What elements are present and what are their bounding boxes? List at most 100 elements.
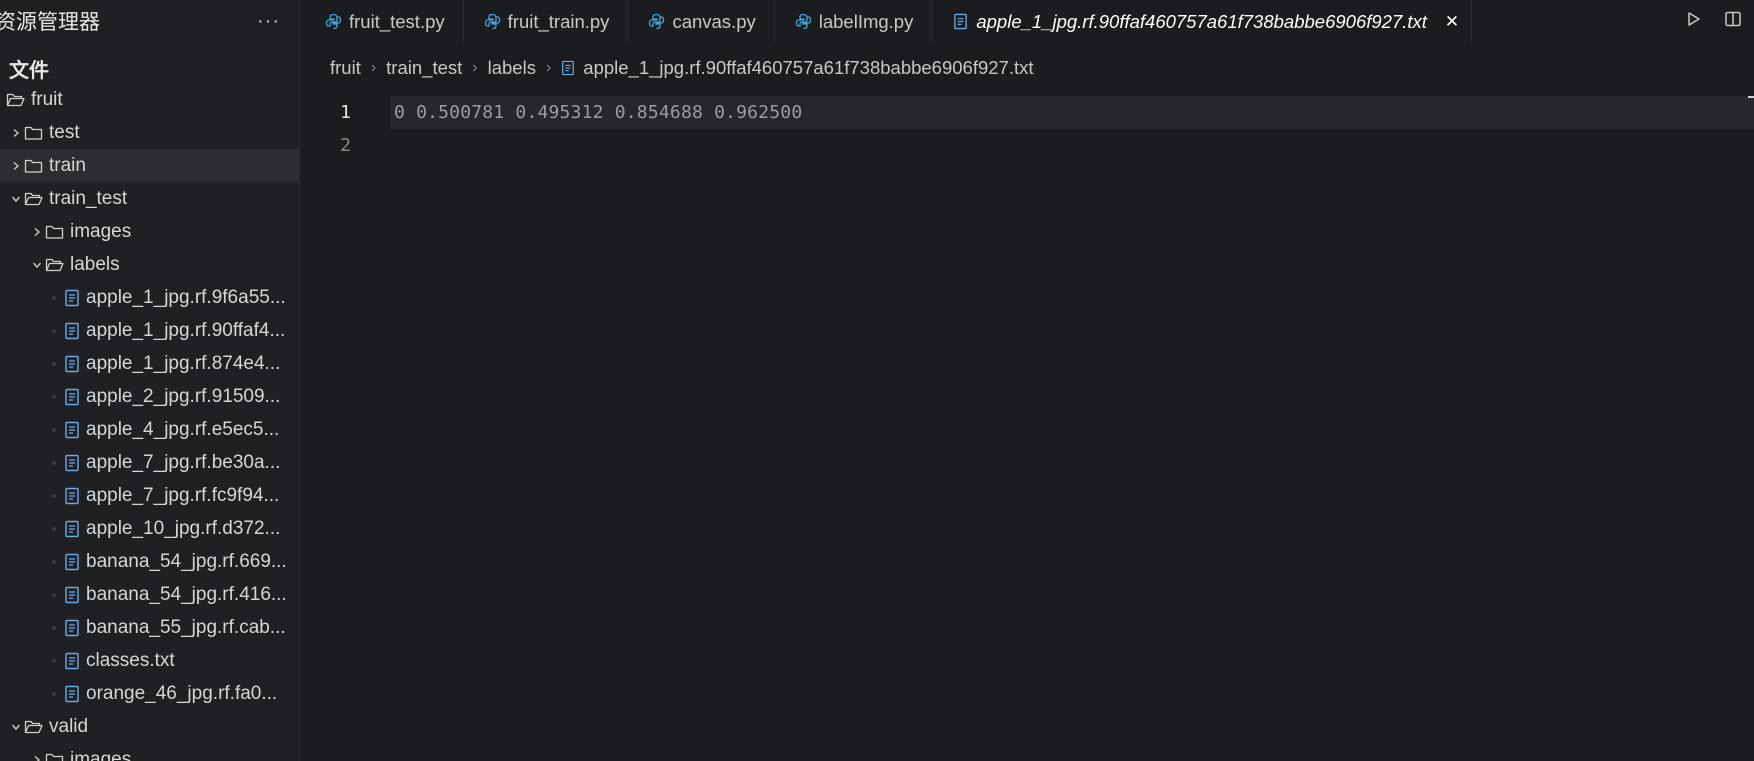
tree-item-label: test (49, 121, 80, 143)
indent-guide-dot (46, 428, 62, 432)
breadcrumb-segment[interactable]: fruit (330, 57, 361, 79)
tree-file-item[interactable]: orange_46_jpg.rf.fa0... (0, 677, 299, 710)
text-file-icon (64, 553, 80, 571)
tree-item-label: apple_1_jpg.rf.90ffaf4... (86, 319, 286, 341)
tree-item-label: apple_1_jpg.rf.874e4... (86, 352, 281, 374)
code-text[interactable]: 0 0.500781 0.495312 0.854688 0.962500 (394, 102, 802, 123)
tree-folder-item[interactable]: images (0, 743, 299, 761)
tree-item-label: valid (49, 715, 89, 737)
tab-apple-1-jpg[interactable]: apple_1_jpg.rf.90ffaf460757a61f738babbe6… (932, 0, 1473, 43)
line-number: 1 (340, 102, 351, 123)
chevron-down-icon[interactable] (8, 194, 24, 204)
editor-window: 资源管理器 ··· 文件 fruit test train train_testima… (0, 0, 1754, 761)
tree-folder-item[interactable]: train_test (0, 182, 299, 215)
tree-item-label: apple_7_jpg.rf.fc9f94... (86, 484, 280, 506)
tree-file-item[interactable]: apple_4_jpg.rf.e5ec5... (0, 413, 299, 446)
indent-guide-dot (46, 692, 62, 696)
tree-folder-item[interactable]: fruit (0, 83, 299, 116)
folder-open-icon (45, 257, 64, 273)
indent-guide-dot (46, 626, 62, 630)
breadcrumb-segment[interactable]: train_test (386, 57, 462, 79)
folder-icon (45, 752, 64, 761)
text-file-icon (561, 60, 575, 76)
chevron-right-icon[interactable] (29, 755, 45, 761)
text-file-icon (64, 487, 80, 505)
explorer-sidebar: 资源管理器 ··· 文件 fruit test train train_testima… (0, 0, 300, 761)
tree-item-label: images (70, 748, 132, 761)
file-tree: fruit test train train_test images labels appl… (0, 83, 299, 761)
python-icon (795, 13, 812, 30)
close-icon[interactable]: ✕ (1445, 12, 1459, 32)
tree-file-item[interactable]: apple_7_jpg.rf.fc9f94... (0, 479, 299, 512)
editor-actions (1684, 0, 1742, 43)
folder-open-icon (24, 719, 43, 735)
indent-guide-dot (46, 329, 62, 333)
tree-file-item[interactable]: apple_7_jpg.rf.be30a... (0, 446, 299, 479)
tree-folder-item[interactable]: valid (0, 710, 299, 743)
scrollbar-marker[interactable] (1748, 96, 1754, 98)
tree-item-label: apple_2_jpg.rf.91509... (86, 385, 281, 407)
indent-guide-dot (46, 593, 62, 597)
folder-icon (24, 125, 43, 141)
tab-label: fruit_test.py (349, 10, 445, 32)
tree-folder-item[interactable]: images (0, 215, 299, 248)
explorer-section-files[interactable]: 文件 (9, 54, 49, 83)
tree-file-item[interactable]: apple_2_jpg.rf.91509... (0, 380, 299, 413)
chevron-down-icon[interactable] (8, 722, 24, 732)
line-number: 2 (340, 135, 351, 156)
code-line[interactable]: 2 (305, 129, 1754, 162)
tree-folder-item[interactable]: labels (0, 248, 299, 281)
text-file-icon (64, 520, 80, 538)
code-editor[interactable]: 1 0 0.500781 0.495312 0.854688 0.962500 2 (305, 96, 1754, 761)
folder-open-icon (6, 92, 25, 108)
tab-label: apple_1_jpg.rf.90ffaf460757a61f738babbe6… (976, 10, 1427, 32)
chevron-right-icon[interactable] (8, 161, 24, 171)
text-file-icon (952, 13, 969, 30)
chevron-right-icon[interactable] (8, 128, 24, 138)
tree-folder-item[interactable]: train (0, 149, 299, 182)
python-icon (648, 13, 665, 30)
explorer-title: 资源管理器 (0, 11, 100, 34)
code-line[interactable]: 1 0 0.500781 0.495312 0.854688 0.962500 (305, 96, 1754, 129)
breadcrumb-segment[interactable]: labels (488, 57, 536, 79)
tree-file-item[interactable]: banana_55_jpg.rf.cab... (0, 611, 299, 644)
tree-file-item[interactable]: classes.txt (0, 644, 299, 677)
python-icon (484, 13, 501, 30)
tree-file-item[interactable]: apple_1_jpg.rf.9f6a55... (0, 281, 299, 314)
tree-folder-item[interactable]: test (0, 116, 299, 149)
tree-item-label: fruit (31, 88, 63, 110)
tree-file-item[interactable]: banana_54_jpg.rf.416... (0, 578, 299, 611)
tab-fruit-train[interactable]: fruit_train.py (464, 0, 629, 43)
tree-file-item[interactable]: apple_1_jpg.rf.874e4... (0, 347, 299, 380)
text-file-icon (64, 289, 80, 307)
folder-icon (24, 158, 43, 174)
run-icon[interactable] (1684, 10, 1702, 33)
text-file-icon (64, 388, 80, 406)
breadcrumb-separator-icon: › (370, 59, 377, 76)
tree-item-label: banana_54_jpg.rf.416... (86, 583, 287, 605)
tab-canvas[interactable]: canvas.py (628, 0, 775, 43)
tree-item-label: classes.txt (86, 649, 175, 671)
indent-guide-dot (46, 296, 62, 300)
indent-guide-dot (46, 659, 62, 663)
editor-tabs: fruit_test.py fruit_train.py canvas.py labe… (305, 0, 1754, 43)
chevron-down-icon[interactable] (29, 260, 45, 270)
text-file-icon (64, 652, 80, 670)
tree-item-label: train_test (49, 187, 128, 209)
breadcrumb-segment[interactable]: apple_1_jpg.rf.90ffaf460757a61f738babbe6… (583, 57, 1033, 79)
tab-labelimg[interactable]: labelImg.py (775, 0, 933, 43)
split-editor-icon[interactable] (1724, 10, 1742, 33)
indent-guide-dot (46, 527, 62, 531)
tree-item-label: apple_7_jpg.rf.be30a... (86, 451, 281, 473)
tree-item-label: apple_4_jpg.rf.e5ec5... (86, 418, 280, 440)
chevron-right-icon[interactable] (29, 227, 45, 237)
tree-file-item[interactable]: banana_54_jpg.rf.669... (0, 545, 299, 578)
tree-item-label: banana_55_jpg.rf.cab... (86, 616, 286, 638)
tab-fruit-test[interactable]: fruit_test.py (305, 0, 464, 43)
more-actions-icon[interactable]: ··· (257, 10, 280, 33)
indent-guide-dot (46, 560, 62, 564)
breadcrumb: fruit › train_test › labels › apple_1_jpg.rf.9… (330, 52, 1034, 84)
tree-file-item[interactable]: apple_1_jpg.rf.90ffaf4... (0, 314, 299, 347)
text-file-icon (64, 619, 80, 637)
tree-file-item[interactable]: apple_10_jpg.rf.d372... (0, 512, 299, 545)
